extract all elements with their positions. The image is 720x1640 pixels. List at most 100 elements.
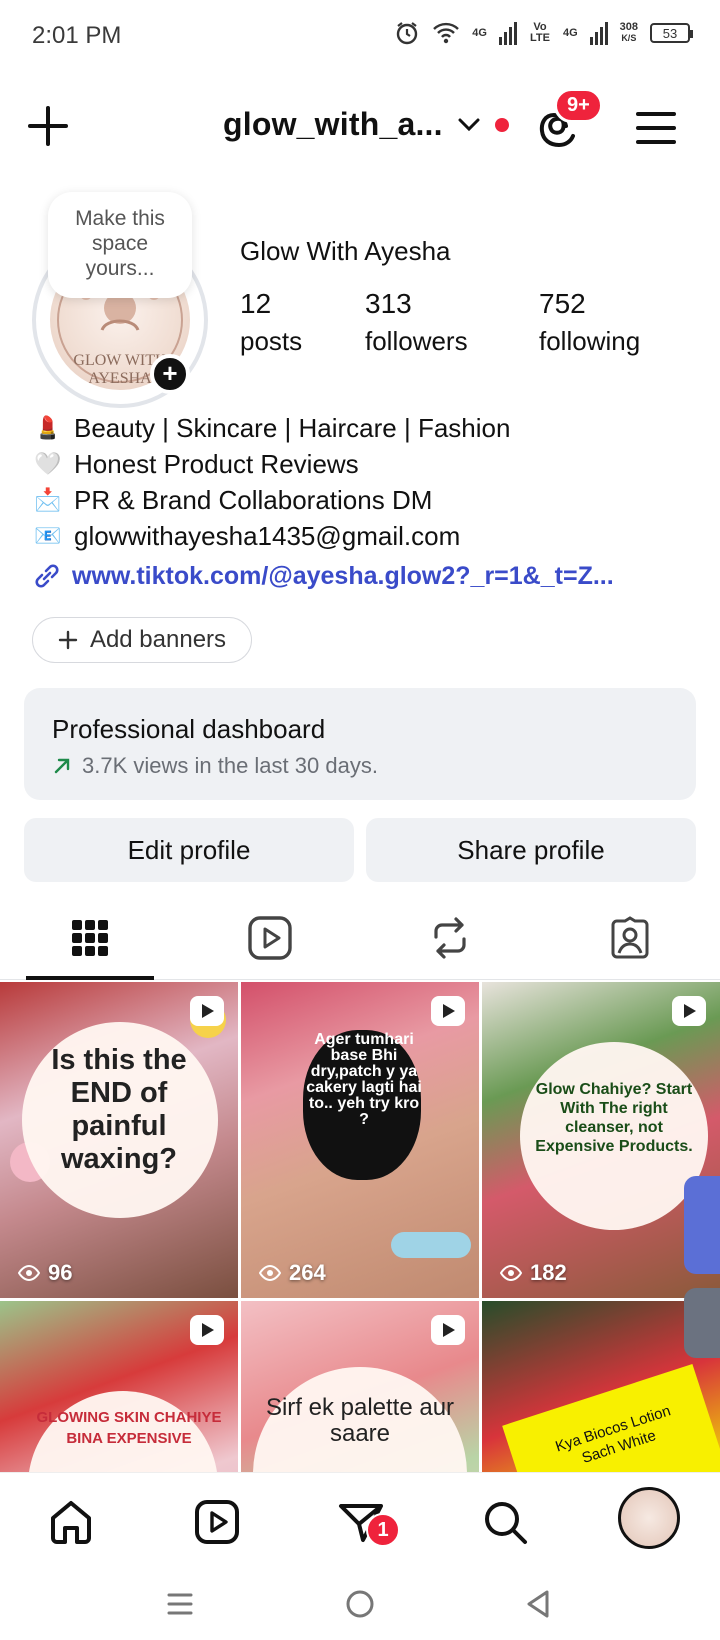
share-profile-button[interactable]: Share profile — [366, 818, 696, 882]
post-caption: GLOWING SKIN CHAHIYE BINA EXPENSIVE — [36, 1409, 222, 1447]
eye-icon — [18, 1264, 40, 1282]
envelope-arrow-icon: 📩 — [34, 487, 62, 512]
lipstick-icon: 💄 — [34, 415, 62, 440]
professional-dashboard[interactable]: Professional dashboard 3.7K views in the… — [24, 688, 696, 800]
tab-reposts[interactable] — [360, 896, 540, 980]
edit-profile-button[interactable]: Edit profile — [24, 818, 354, 882]
system-navigation — [0, 1572, 720, 1640]
plus-icon — [58, 630, 78, 650]
email-icon: 📧 — [34, 523, 62, 548]
tab-tagged[interactable] — [540, 896, 720, 980]
status-icons: 4G Vo LTE 4G 308 K/S 53 — [394, 20, 693, 46]
eye-icon — [259, 1264, 281, 1282]
note-bubble[interactable]: Make this space yours... — [48, 192, 192, 298]
recent-apps-icon — [167, 1593, 193, 1615]
bio-line: 💄 Beauty | Skincare | Haircare | Fashion — [32, 410, 614, 446]
link-icon — [35, 564, 59, 588]
stat-posts[interactable]: 12 posts — [240, 288, 302, 357]
battery-level: 53 — [662, 25, 678, 41]
add-banners-label: Add banners — [89, 626, 227, 653]
signal-icon-1 — [498, 21, 517, 45]
status-time: 2:01 PM — [32, 22, 122, 49]
content-tabs — [0, 896, 720, 980]
dashboard-views-text: 3.7K views in the last 30 days. — [82, 753, 378, 778]
post-tile[interactable]: Ager tumhari base Bhi dry,patch y ya cak… — [241, 982, 479, 1298]
menu-icon[interactable] — [634, 108, 678, 148]
tagged-person-icon — [611, 916, 649, 959]
network-type-1: 4G — [472, 26, 487, 39]
dashboard-title: Professional dashboard — [52, 714, 326, 744]
status-bar: 2:01 PM 4G Vo LTE 4G 308 K/S 53 — [0, 0, 720, 72]
post-tile[interactable]: Sirf ek palette aur saare — [241, 1301, 479, 1472]
reel-badge-icon — [190, 1315, 224, 1345]
grid-icon — [72, 920, 108, 956]
add-banners-button[interactable]: Add banners — [32, 617, 252, 663]
network-type-2: 4G — [562, 26, 578, 39]
post-tile[interactable]: GLOWING SKIN CHAHIYE BINA EXPENSIVE — [0, 1301, 238, 1472]
profile-actions: Edit profile Share profile — [24, 818, 696, 882]
display-name: Glow With Ayesha — [240, 236, 451, 266]
nav-search[interactable] — [478, 1495, 532, 1549]
view-count: 182 — [500, 1260, 567, 1286]
bio-text: PR & Brand Collaborations DM — [74, 485, 433, 515]
bio-text: Beauty | Skincare | Haircare | Fashion — [74, 413, 511, 443]
floating-side-widget[interactable] — [684, 1176, 720, 1274]
account-switcher[interactable]: glow_with_a... — [223, 106, 509, 143]
speed-unit: K/S — [621, 33, 637, 43]
trend-up-icon — [54, 758, 70, 774]
posts-grid: Is this the END of painful waxing? 96 Ag… — [0, 982, 720, 1472]
bottom-nav: 1 — [0, 1472, 720, 1572]
tab-posts-grid[interactable] — [0, 896, 180, 980]
unread-dot — [494, 117, 509, 132]
floating-side-widget-2[interactable] — [684, 1288, 720, 1358]
reel-badge-icon — [672, 996, 706, 1026]
alarm-icon — [397, 22, 418, 45]
chevron-down-icon — [458, 118, 480, 131]
post-caption: Glow Chahiye? Start With The right clean… — [535, 1081, 693, 1155]
reels-icon — [248, 916, 292, 960]
home-icon — [51, 1501, 91, 1544]
messages-badge: 1 — [366, 1513, 400, 1547]
reel-badge-icon — [431, 996, 465, 1026]
home-button[interactable] — [338, 1584, 382, 1624]
back-button[interactable] — [516, 1584, 560, 1624]
home-circle-icon — [346, 1590, 374, 1618]
view-count-value: 264 — [289, 1260, 326, 1285]
search-icon — [485, 1502, 527, 1544]
bio-line: 📧 glowwithayesha1435@gmail.com — [32, 518, 614, 554]
stat-number: 752 — [539, 288, 586, 319]
active-tab-indicator — [26, 976, 154, 980]
bio-line: 🤍 Honest Product Reviews — [32, 446, 614, 482]
post-tile[interactable]: Is this the END of painful waxing? 96 — [0, 982, 238, 1298]
nav-reels[interactable] — [190, 1495, 244, 1549]
white-heart-icon: 🤍 — [34, 451, 62, 476]
tab-reels[interactable] — [180, 896, 360, 980]
create-plus-icon[interactable] — [26, 104, 70, 148]
reel-badge-icon — [190, 996, 224, 1026]
view-count: 96 — [18, 1260, 72, 1286]
recent-apps-button[interactable] — [158, 1584, 202, 1624]
stat-label: posts — [240, 326, 303, 356]
stat-label: followers — [365, 326, 468, 356]
reel-badge-icon — [431, 1315, 465, 1345]
speed-value: 308 — [619, 21, 638, 33]
view-count-value: 182 — [530, 1260, 567, 1285]
stat-followers[interactable]: 313 followers — [365, 288, 468, 357]
profile-header: glow_with_a... 9+ — [0, 80, 720, 176]
stat-following[interactable]: 752 following — [539, 288, 640, 357]
stat-number: 313 — [365, 288, 412, 319]
bio-text: glowwithayesha1435@gmail.com — [74, 521, 461, 551]
nav-home[interactable] — [44, 1495, 98, 1549]
notification-badge: 9+ — [554, 88, 603, 123]
network-speed: 308 K/S — [620, 22, 638, 44]
eye-icon — [500, 1264, 522, 1282]
bio-link[interactable]: www.tiktok.com/@ayesha.glow2?_r=1&_t=Z..… — [32, 558, 614, 594]
dashboard-subtitle: 3.7K views in the last 30 days. — [52, 753, 668, 779]
post-caption: Sirf ek palette aur saare — [265, 1394, 455, 1447]
wifi-icon — [433, 22, 460, 44]
username-title: glow_with_a... — [223, 106, 443, 142]
add-story-button[interactable]: + — [150, 354, 190, 394]
bio: 💄 Beauty | Skincare | Haircare | Fashion … — [32, 410, 614, 594]
nav-profile-avatar[interactable] — [618, 1487, 680, 1549]
signal-icon-2 — [589, 21, 608, 45]
